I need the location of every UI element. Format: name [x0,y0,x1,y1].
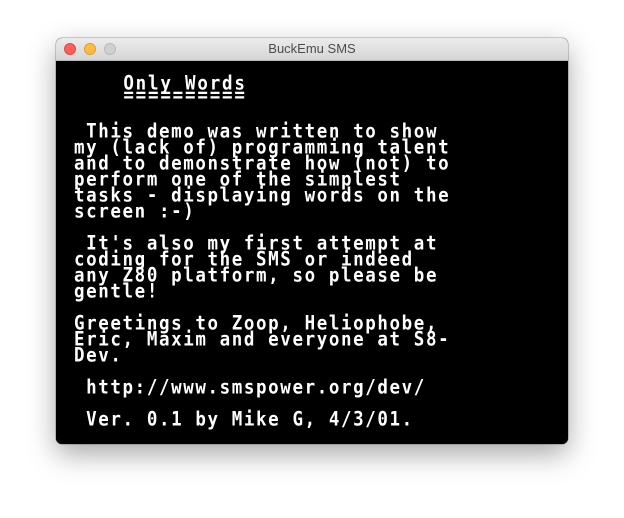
screen-text-line: gentle! [74,280,159,303]
emulator-screen[interactable]: Only Words ========== This demo was writ… [56,61,568,444]
version-line: Ver. 0.1 by Mike G, 4/3/01. [74,408,414,431]
website-url-line: http://www.smspower.org/dev/ [74,376,426,399]
window-title: BuckEmu SMS [268,41,356,56]
screen-text-line: Eric, Maxim and everyone at S8- [74,328,451,351]
demo-title-underline: ========== [74,84,247,107]
desktop: BuckEmu SMS Only Words ========== This d… [0,0,624,518]
title-bar[interactable]: BuckEmu SMS [56,38,568,61]
emulator-window: BuckEmu SMS Only Words ========== This d… [56,38,568,444]
screen-text-line: Dev. [74,344,123,367]
screen-text-line: screen :-) [74,200,196,223]
